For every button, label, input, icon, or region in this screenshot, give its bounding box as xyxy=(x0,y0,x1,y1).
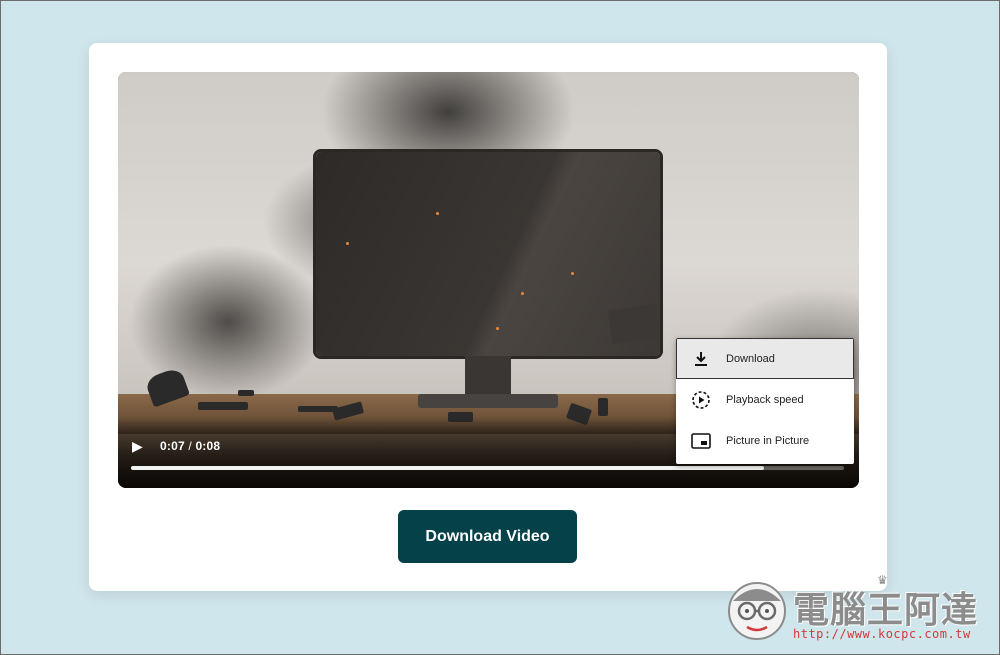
debris xyxy=(607,303,661,345)
progress-fill xyxy=(131,466,764,470)
menu-item-playback-speed[interactable]: Playback speed xyxy=(676,379,854,420)
duration: 0:08 xyxy=(195,439,221,453)
play-icon[interactable]: ▶ xyxy=(132,438,148,454)
video-player[interactable]: ▶ 0:07 / 0:08 Download Playback speed Pi… xyxy=(118,72,859,488)
menu-item-download[interactable]: Download xyxy=(676,338,854,379)
time-display: 0:07 / 0:08 xyxy=(160,439,220,453)
menu-item-label: Download xyxy=(726,352,775,365)
menu-item-label: Playback speed xyxy=(726,393,804,406)
video-monitor-image xyxy=(316,152,660,356)
monitor-stand-base xyxy=(418,394,558,408)
menu-item-label: Picture in Picture xyxy=(726,434,810,447)
debris xyxy=(238,390,254,396)
playback-speed-icon xyxy=(690,389,712,411)
picture-in-picture-icon xyxy=(690,430,712,452)
debris xyxy=(198,402,248,410)
time-separator: / xyxy=(184,439,196,453)
download-icon xyxy=(690,348,712,370)
current-time: 0:07 xyxy=(160,439,185,453)
mascot-face-icon xyxy=(728,582,786,640)
download-video-button[interactable]: Download Video xyxy=(398,510,577,563)
debris xyxy=(598,398,608,416)
watermark-title: 電腦王阿達 xyxy=(793,590,979,631)
watermark-url: http://www.kocpc.com.tw xyxy=(793,627,971,641)
overflow-menu: Download Playback speed Picture in Pictu… xyxy=(676,338,854,464)
watermark: ♛ 電腦王阿達 http://www.kocpc.com.tw xyxy=(723,571,993,649)
menu-item-picture-in-picture[interactable]: Picture in Picture xyxy=(676,420,854,461)
content-card: ▶ 0:07 / 0:08 Download Playback speed Pi… xyxy=(89,43,887,591)
progress-bar[interactable] xyxy=(131,466,844,470)
